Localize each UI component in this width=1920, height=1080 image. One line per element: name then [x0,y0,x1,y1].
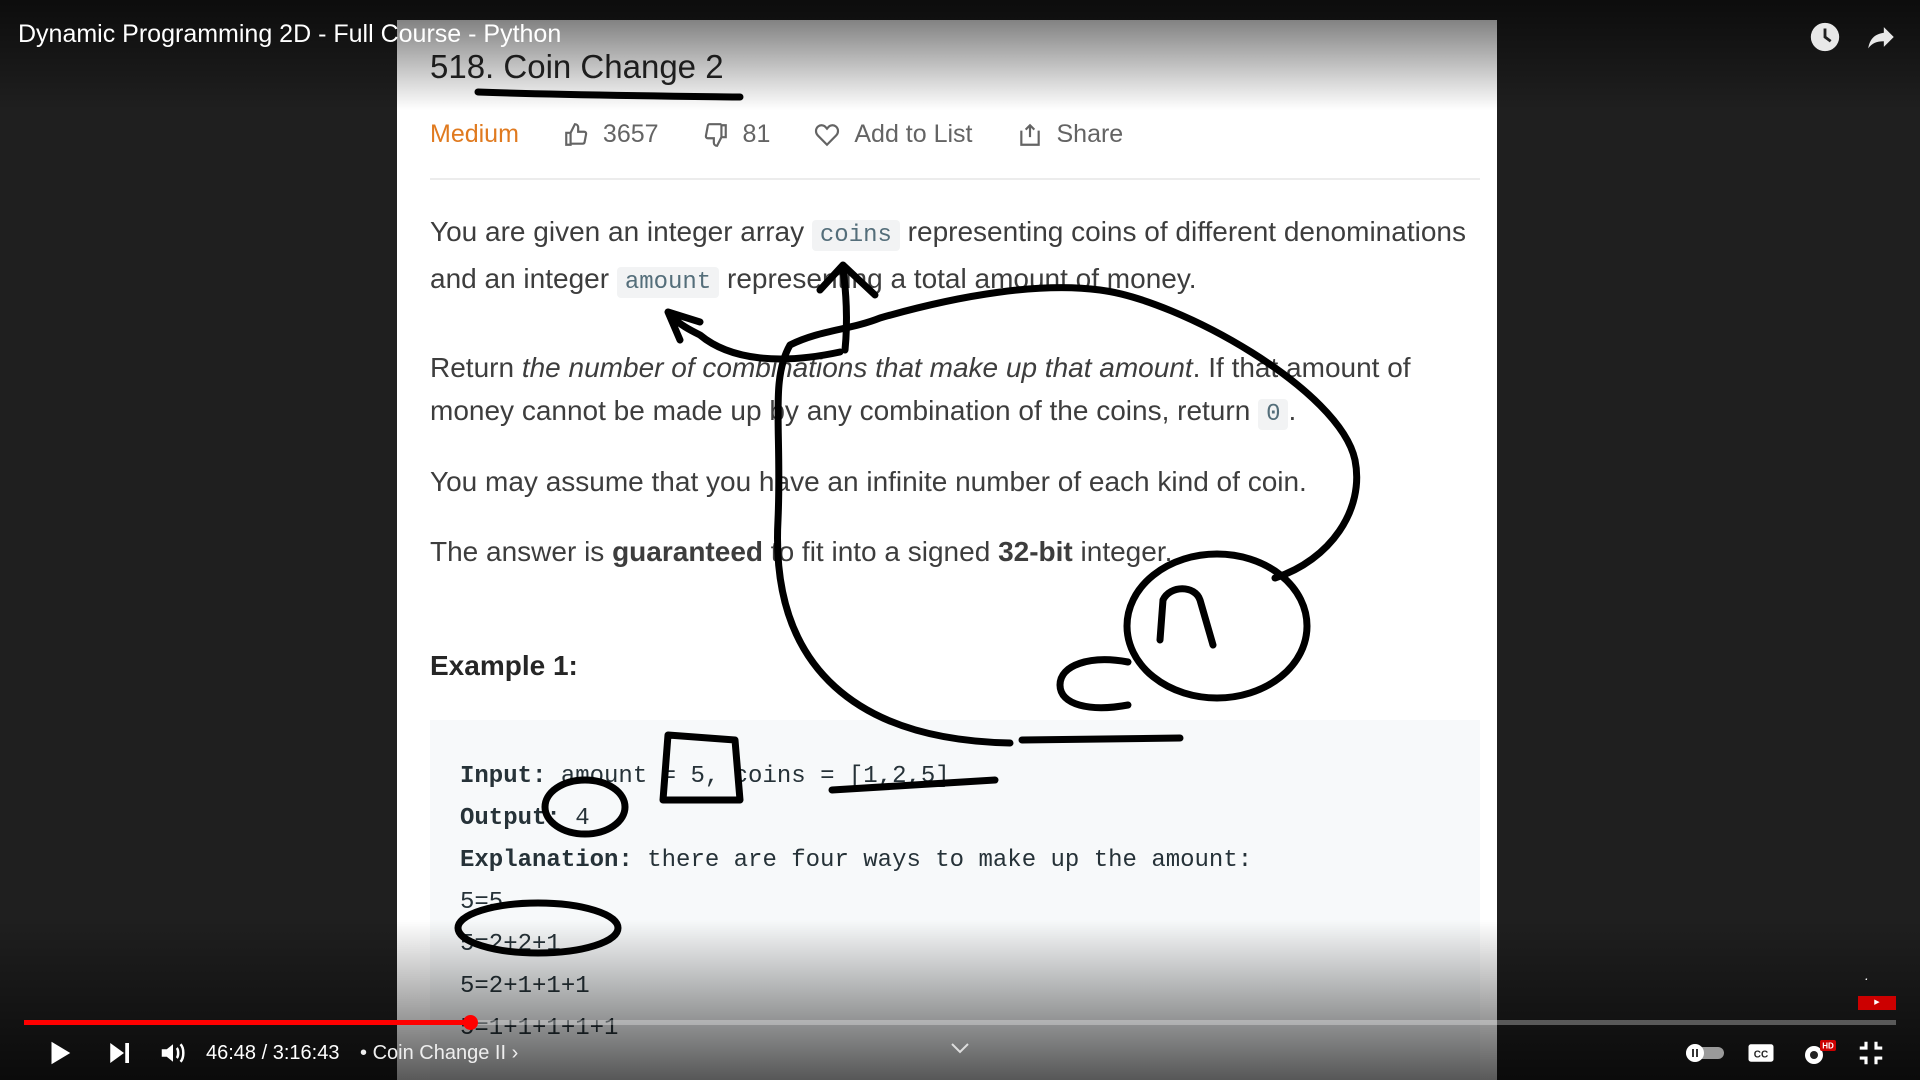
clock-icon [1810,22,1840,52]
arrow-to-coins [816,261,879,354]
c-letter [1056,656,1132,712]
gear-hd-icon: HD [1805,1040,1836,1064]
share-arrow-icon [1868,27,1894,49]
volume-button[interactable] [158,1038,188,1073]
title-underline [474,88,744,101]
current-time: 46:48 [206,1042,257,1064]
chapter-bullet: • [360,1042,368,1064]
watch-later-button[interactable] [1808,20,1842,59]
handwritten-annotations [454,88,1361,957]
coins-underline [828,776,999,794]
channel-logo: · [1864,970,1869,986]
way-circle [454,899,622,957]
captions-button[interactable]: CC [1746,1038,1776,1073]
settings-button[interactable]: HD [1800,1038,1838,1075]
progress-scrubber[interactable] [462,1015,478,1030]
autoplay-toggle[interactable] [1684,1042,1726,1069]
next-icon [110,1043,129,1063]
volume-icon [161,1043,185,1063]
n-circle [1123,550,1311,702]
video-title[interactable]: Dynamic Programming 2D - Full Course - P… [18,20,561,49]
player-controls: 46:48 / 3:16:43 • Coin Change II › CC HD [0,1030,1920,1080]
exit-fullscreen-icon [1859,1041,1883,1065]
share-video-button[interactable] [1864,20,1898,59]
chevron-right-icon: › [511,1042,519,1064]
svg-text:HD: HD [1822,1042,1834,1051]
chapter-title: Coin Change II [372,1042,506,1064]
svg-text:CC: CC [1754,1049,1768,1060]
five-box [659,731,744,804]
play-icon [51,1041,71,1065]
autoplay-toggle-icon [1686,1044,1724,1062]
c-underline [1018,734,1184,744]
output-circle [541,776,629,838]
n-letter [1156,585,1217,649]
chevron-down-icon [951,1043,969,1054]
captions-icon: CC [1748,1044,1774,1062]
video-player[interactable]: 518. Coin Change 2 Medium 3657 81 Add to… [0,0,1920,1080]
time-display: 46:48 / 3:16:43 [206,1042,339,1065]
subscribe-watermark[interactable]: · ▶ [1858,970,1896,1010]
exit-fullscreen-button[interactable] [1856,1038,1886,1073]
progress-bar[interactable] [24,1015,1896,1030]
next-button[interactable] [104,1038,134,1073]
progress-played [24,1020,470,1025]
chapter-title-button[interactable]: • Coin Change II › [360,1042,518,1065]
subscribe-label: ▶ [1858,996,1896,1010]
play-button[interactable] [44,1038,74,1073]
duration: 3:16:43 [272,1042,340,1064]
top-right-controls [1786,20,1898,59]
chevron-down-button[interactable] [948,1040,972,1061]
time-separator: / [256,1042,273,1064]
